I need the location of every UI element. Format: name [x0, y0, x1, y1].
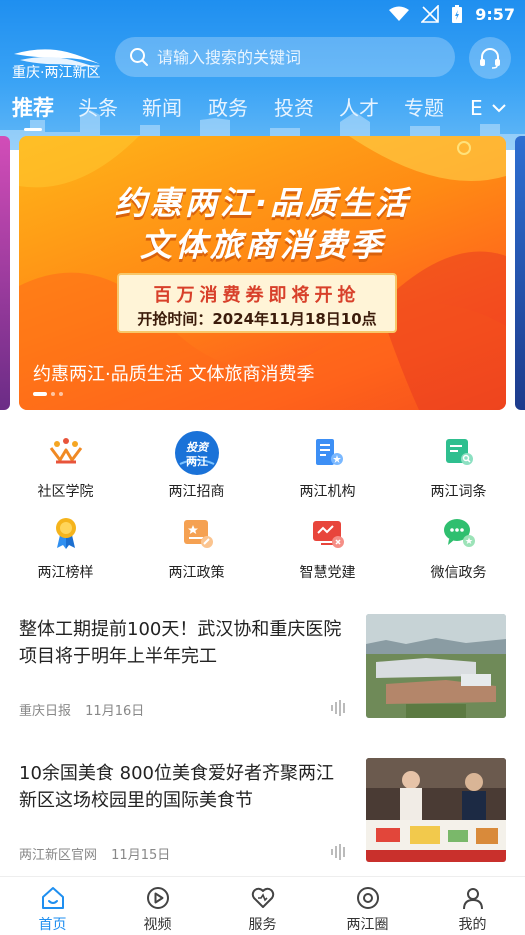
grid-item-community-college[interactable]: 社区学院 [0, 428, 131, 508]
grid-item-glossary[interactable]: 两江词条 [393, 428, 524, 508]
grid-label: 两江榜样 [37, 565, 94, 581]
nav-label: 首页 [38, 917, 67, 933]
no-signal-icon [421, 5, 440, 23]
tab-talent[interactable]: 人才 [339, 92, 379, 121]
coupon-box: 百万消费券即将开抢 开抢时间：2024年11月18日10点 [117, 273, 397, 333]
grid-item-role-model[interactable]: 两江榜样 [0, 509, 131, 589]
news-item[interactable]: 整体工期提前100天！武汉协和重庆医院项目将于明年上半年完工 重庆日报 11月1… [0, 614, 525, 760]
grid-item-wechat-gov[interactable]: 微信政务 [393, 509, 524, 589]
nav-service[interactable]: 服务 [210, 877, 315, 935]
next-slide-peek[interactable] [515, 136, 525, 410]
coupon-time: 开抢时间：2024年11月18日10点 [137, 310, 377, 328]
news-meta: 两江新区官网 11月15日 [19, 844, 170, 863]
grid-item-smart-party[interactable]: 智慧党建 [262, 509, 393, 589]
banner-slide[interactable]: 约惠两江·品质生活 文体旅商消费季 百万消费券即将开抢 开抢时间：2024年11… [19, 136, 506, 410]
grid-item-institution[interactable]: 两江机构 [262, 428, 393, 508]
audio-play-icon[interactable] [330, 700, 348, 716]
bottom-navigation: 首页 视频 服务 两江圈 我的 [0, 876, 525, 935]
tab-news[interactable]: 新闻 [142, 92, 182, 121]
app-screen: 9:57 重庆·两江新区 推荐 头条 新闻 政务 投资 人才 专题 [0, 0, 525, 935]
service-heart-icon [251, 887, 275, 908]
carousel-dot [59, 392, 63, 396]
carousel-dot [51, 392, 55, 396]
banner-carousel[interactable]: 约惠两江·品质生活 文体旅商消费季 百万消费券即将开抢 开抢时间：2024年11… [0, 136, 525, 414]
nav-home[interactable]: 首页 [0, 877, 105, 935]
grid-label: 两江机构 [299, 484, 356, 500]
coupon-headline: 百万消费券即将开抢 [153, 285, 361, 306]
grid-label: 微信政务 [430, 565, 487, 581]
banner-title-line2: 文体旅商消费季 [139, 226, 385, 264]
nav-label: 视频 [143, 917, 172, 933]
grid-label: 智慧党建 [299, 565, 356, 581]
news-source: 重庆日报 [19, 704, 72, 719]
investment-badge-text-2: 两江 [186, 455, 208, 468]
tab-government[interactable]: 政务 [208, 92, 248, 121]
status-bar: 9:57 [0, 0, 525, 30]
customer-service-button[interactable] [469, 37, 511, 79]
nav-profile[interactable]: 我的 [420, 877, 525, 935]
tab-headlines[interactable]: 头条 [78, 92, 118, 121]
tab-investment[interactable]: 投资 [274, 92, 314, 121]
battery-charging-icon [452, 5, 463, 23]
service-grid: 社区学院 投资 两江 两江招商 两江机构 两江词条 两江榜样 两江政策 智慧党建… [0, 428, 525, 588]
headset-icon [480, 48, 500, 69]
channel-tabs: 推荐 头条 新闻 政务 投资 人才 专题 [0, 92, 525, 128]
tab-more[interactable]: E [470, 96, 507, 120]
grid-label: 社区学院 [37, 484, 94, 500]
grid-label: 两江招商 [168, 484, 225, 500]
glossary-icon [446, 439, 473, 465]
grid-item-investment[interactable]: 投资 两江 两江招商 [131, 428, 262, 508]
news-source: 两江新区官网 [19, 848, 98, 863]
community-college-icon [49, 438, 83, 464]
party-building-icon [313, 521, 344, 548]
grid-item-policy[interactable]: 两江政策 [131, 509, 262, 589]
banner-caption: 约惠两江·品质生活 文体旅商消费季 [33, 364, 315, 385]
search-icon [130, 48, 148, 66]
nav-circle[interactable]: 两江圈 [315, 877, 420, 935]
status-time: 9:57 [475, 4, 515, 24]
video-icon [147, 887, 169, 909]
medal-icon [56, 518, 76, 549]
news-thumbnail[interactable] [366, 758, 506, 862]
grid-label: 两江词条 [430, 484, 487, 500]
search-input[interactable] [157, 47, 437, 67]
nav-video[interactable]: 视频 [105, 877, 210, 935]
banner-title-line1: 约惠两江·品质生活 [114, 184, 411, 222]
news-title[interactable]: 整体工期提前100天！武汉协和重庆医院项目将于明年上半年完工 [19, 616, 349, 670]
profile-icon [463, 888, 483, 910]
wechat-icon [444, 519, 475, 547]
news-thumbnail[interactable] [366, 614, 506, 718]
circle-icon [357, 887, 379, 909]
chevron-down-icon[interactable] [491, 102, 507, 114]
audio-play-icon[interactable] [330, 844, 348, 860]
tab-partial[interactable]: E [470, 96, 483, 120]
grid-label: 两江政策 [168, 565, 225, 581]
nav-label: 两江圈 [346, 917, 389, 933]
active-tab-indicator [24, 128, 42, 131]
institution-icon [316, 439, 343, 465]
wifi-icon [389, 6, 410, 21]
home-icon [42, 887, 64, 909]
news-meta: 重庆日报 11月16日 [19, 700, 144, 719]
tab-recommend[interactable]: 推荐 [12, 92, 54, 122]
logo-text: 重庆·两江新区 [12, 65, 101, 81]
tab-topics[interactable]: 专题 [404, 92, 444, 121]
carousel-dots [33, 392, 63, 396]
carousel-dot-active [33, 392, 47, 396]
nav-label: 我的 [458, 917, 487, 933]
prev-slide-peek[interactable] [0, 136, 10, 410]
news-title[interactable]: 10余国美食 800位美食爱好者齐聚两江新区这场校园里的国际美食节 [19, 760, 349, 814]
nav-label: 服务 [248, 917, 277, 933]
policy-icon [184, 520, 213, 548]
news-date: 11月15日 [111, 848, 171, 863]
news-date: 11月16日 [85, 704, 145, 719]
search-bar[interactable] [115, 37, 455, 77]
